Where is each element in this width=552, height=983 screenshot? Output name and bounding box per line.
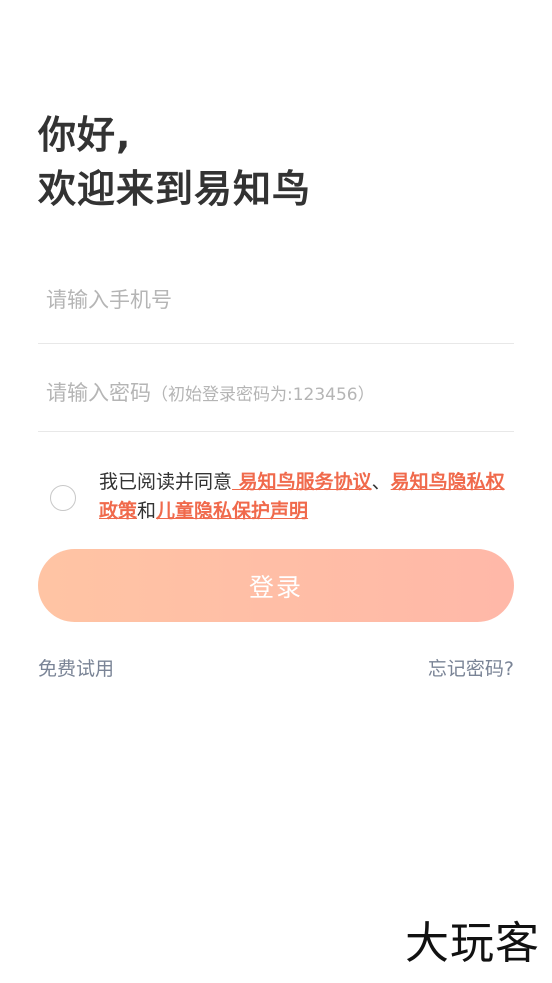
phone-input[interactable] [46, 280, 506, 320]
service-agreement-link[interactable]: 易知鸟服务协议 [232, 471, 372, 493]
greeting-title: 你好, 欢迎来到易知鸟 [38, 108, 311, 216]
login-page: 你好, 欢迎来到易知鸟 请输入密码（初始登录密码为:123456） 我已阅读并同… [0, 0, 552, 983]
agreement-checkbox[interactable] [50, 485, 76, 511]
greeting-line-1: 你好, [38, 113, 132, 157]
greeting-line-2: 欢迎来到易知鸟 [38, 167, 312, 211]
agreement-row: 我已阅读并同意 易知鸟服务协议、易知鸟隐私权政策和儿童隐私保护声明 [38, 468, 518, 532]
free-trial-link[interactable]: 免费试用 [38, 654, 114, 681]
phone-field [38, 256, 514, 344]
agreement-prefix: 我已阅读并同意 [99, 471, 233, 493]
forgot-password-link[interactable]: 忘记密码? [428, 654, 514, 681]
watermark-logo: 大玩客 [405, 918, 540, 969]
password-field: 请输入密码（初始登录密码为:123456） [38, 344, 514, 432]
agreement-separator: 、 [371, 471, 391, 493]
agreement-conjunction: 和 [137, 500, 157, 522]
password-input[interactable] [46, 368, 506, 408]
login-button[interactable]: 登录 [38, 549, 514, 622]
children-privacy-link[interactable]: 儿童隐私保护声明 [156, 500, 308, 522]
agreement-text: 我已阅读并同意 易知鸟服务协议、易知鸟隐私权政策和儿童隐私保护声明 [99, 468, 519, 526]
